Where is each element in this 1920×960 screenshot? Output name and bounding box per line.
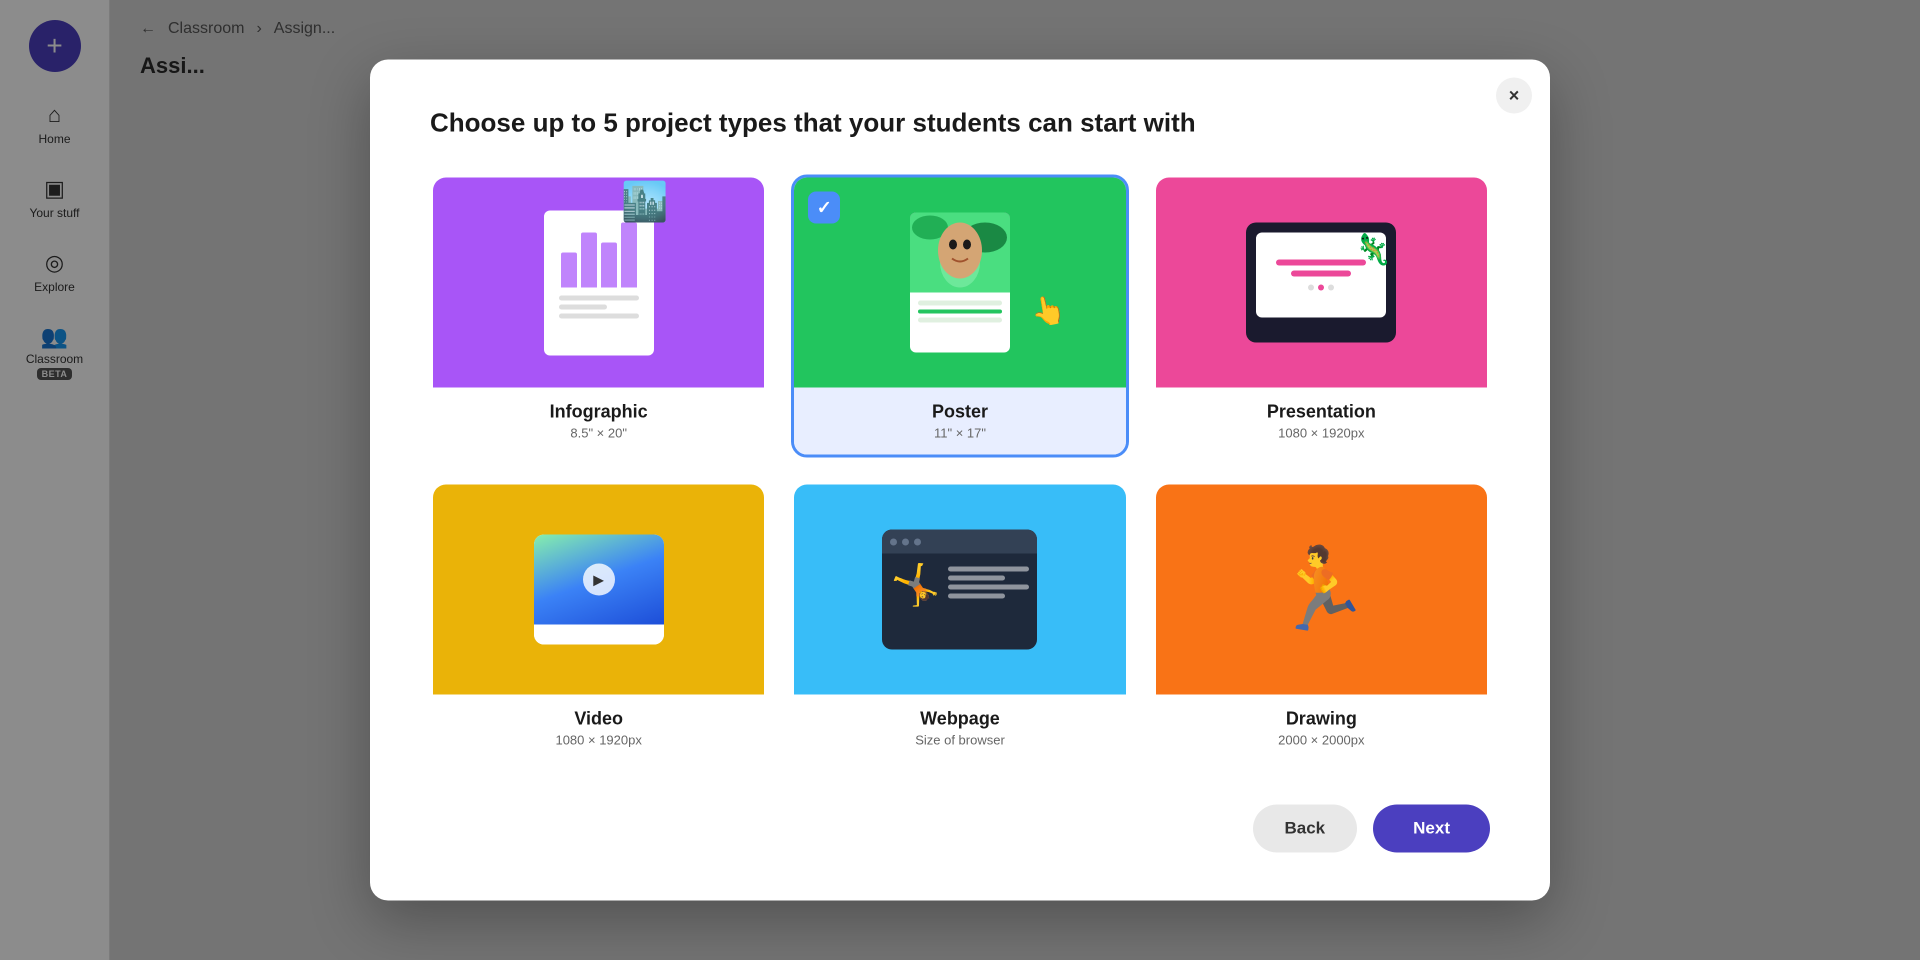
pres-dot-3 [1328,285,1334,291]
drawing-thumbnail: 🏃 [1156,485,1487,695]
drawing-info: Drawing 2000 × 2000px [1156,695,1487,762]
cursor-icon: 👆 [1028,292,1068,331]
presentation-info: Presentation 1080 × 1920px [1156,388,1487,455]
infographic-size: 8.5" × 20" [445,426,752,441]
close-icon: × [1509,85,1520,106]
doc-lines [559,295,639,322]
project-card-video[interactable]: ▶ Video 1080 × 1920px [430,482,767,765]
pres-dot-2 [1318,285,1324,291]
poster-size: 11" × 17" [806,426,1113,441]
web-line-2 [948,576,1005,581]
web-dot-1 [890,538,897,545]
close-button[interactable]: × [1496,78,1532,114]
bar-chart [561,222,637,287]
presentation-illustration: 🦎 [1156,178,1487,388]
web-figure-icon: 🤸 [890,562,940,609]
web-line-3 [948,585,1029,590]
bar-1 [561,252,577,287]
video-name: Video [445,709,752,730]
video-screen: ▶ [534,535,664,625]
play-button-icon: ▶ [583,564,615,596]
presentation-thumbnail: 🦎 [1156,178,1487,388]
poster-doc [910,213,1010,353]
pres-line-2 [1291,271,1351,277]
doc-line-3 [559,313,639,318]
pres-dot-1 [1308,285,1314,291]
webpage-name: Webpage [806,709,1113,730]
web-content: 🤸 [882,554,1037,617]
webpage-illustration: 🤸 [794,485,1125,695]
webpage-thumbnail: 🤸 [794,485,1125,695]
video-size: 1080 × 1920px [445,733,752,748]
video-device: ▶ [534,535,664,645]
infographic-thumbnail: 🏙️ [433,178,764,388]
project-card-drawing[interactable]: 🏃 Drawing 2000 × 2000px [1153,482,1490,765]
poster-line-2 [918,318,1002,323]
presentation-name: Presentation [1168,402,1475,423]
pres-line-1 [1276,260,1366,266]
presentation-size: 1080 × 1920px [1168,426,1475,441]
bar-3 [601,242,617,287]
video-bottom [534,625,664,645]
poster-info: Poster 11" × 17" [794,388,1125,455]
project-type-modal: × Choose up to 5 project types that your… [370,60,1550,901]
project-card-webpage[interactable]: 🤸 Webpage Size of browser [791,482,1128,765]
infographic-illustration: 🏙️ [433,178,764,388]
presentation-device: 🦎 [1246,223,1396,343]
poster-thumbnail: 👆 [794,178,1125,388]
infographic-name: Infographic [445,402,752,423]
doc-line-2 [559,304,607,309]
drawing-size: 2000 × 2000px [1168,733,1475,748]
project-card-presentation[interactable]: 🦎 Presentation 1080 × 1920px [1153,175,1490,458]
web-line-1 [948,567,1029,572]
back-button[interactable]: Back [1253,805,1358,853]
web-dot-2 [902,538,909,545]
project-card-poster[interactable]: 👆 Poster 11" × 17" [791,175,1128,458]
poster-illustration [794,178,1125,388]
web-browser: 🤸 [882,530,1037,650]
webpage-info: Webpage Size of browser [794,695,1125,762]
poster-line-green [918,310,1002,314]
bar-4 [621,222,637,287]
pres-dots [1308,285,1334,291]
infographic-info: Infographic 8.5" × 20" [433,388,764,455]
project-type-grid: 🏙️ [430,175,1490,765]
web-line-4 [948,594,1005,599]
poster-line-1 [918,301,1002,306]
selected-checkmark [808,192,840,224]
nature-icon: 🦎 [1354,233,1391,268]
project-card-infographic[interactable]: 🏙️ [430,175,767,458]
poster-name: Poster [806,402,1113,423]
video-illustration: ▶ [433,485,764,695]
poster-face [910,213,1010,293]
webpage-size: Size of browser [806,733,1113,748]
web-lines [948,562,1029,609]
poster-lines [910,293,1010,335]
modal-footer: Back Next [430,805,1490,853]
video-info: Video 1080 × 1920px [433,695,764,762]
doc-line-1 [559,295,639,300]
modal-title: Choose up to 5 project types that your s… [430,108,1490,139]
next-button[interactable]: Next [1373,805,1490,853]
poster-face-svg [910,213,1010,293]
drawing-figure-icon: 🏃 [1272,543,1372,637]
drawing-illustration: 🏃 [1156,485,1487,695]
3d-icon: 🏙️ [621,180,668,224]
web-bar [882,530,1037,554]
video-thumbnail: ▶ [433,485,764,695]
drawing-name: Drawing [1168,709,1475,730]
web-dot-3 [914,538,921,545]
bar-2 [581,232,597,287]
